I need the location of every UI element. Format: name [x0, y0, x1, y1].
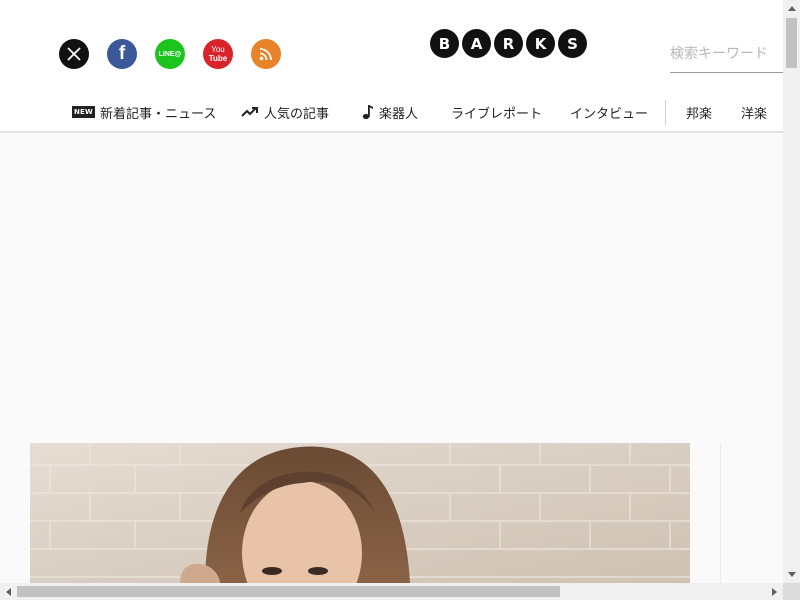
chevron-up-icon	[787, 6, 796, 11]
barks-logo[interactable]: B A R K S	[430, 29, 587, 58]
hero-image[interactable]	[30, 443, 690, 583]
scroll-down-arrow[interactable]	[783, 566, 800, 583]
nav-item-live-report[interactable]: ライブレポート	[451, 98, 542, 126]
facebook-icon: f	[118, 43, 126, 64]
scrollbar-corner	[783, 583, 800, 600]
nav-item-popular[interactable]: 人気の記事	[241, 98, 329, 126]
main-nav: NEW 新着記事・ニュース 人気の記事 楽器人 ライブレポート インタビュー 邦…	[0, 98, 783, 126]
line-icon: LINE@	[158, 50, 182, 58]
facebook-social-button[interactable]: f	[107, 39, 137, 69]
x-icon	[67, 47, 81, 61]
chevron-down-icon	[787, 572, 796, 577]
sidebar-divider	[720, 443, 721, 583]
scroll-right-arrow[interactable]	[766, 583, 783, 600]
chevron-left-icon	[6, 587, 11, 596]
chevron-right-icon	[772, 587, 777, 596]
music-note-icon	[362, 104, 374, 120]
nav-item-instrumentalists[interactable]: 楽器人	[362, 98, 418, 126]
nav-item-label: 邦楽	[686, 106, 713, 122]
rss-icon	[259, 48, 272, 61]
nav-item-interview[interactable]: インタビュー	[570, 98, 648, 126]
youtube-icon-text-bottom: Tube	[208, 54, 228, 63]
hero-photo	[30, 443, 690, 583]
line-social-button[interactable]: LINE@	[155, 39, 185, 69]
nav-item-label: 新着記事・ニュース	[99, 106, 217, 122]
nav-item-label: 洋楽	[741, 106, 768, 122]
nav-item-label: 人気の記事	[264, 106, 330, 122]
nav-item-label: インタビュー	[570, 106, 649, 122]
vertical-scrollbar[interactable]	[783, 0, 800, 583]
horizontal-scroll-thumb[interactable]	[17, 586, 560, 597]
nav-item-news[interactable]: NEW 新着記事・ニュース	[72, 98, 216, 126]
logo-letter: K	[526, 29, 555, 58]
nav-item-label: 楽器人	[379, 106, 419, 122]
youtube-icon: You Tube	[209, 45, 228, 63]
rss-social-button[interactable]	[251, 39, 281, 69]
search-box	[670, 40, 783, 73]
youtube-social-button[interactable]: You Tube	[203, 39, 233, 69]
nav-item-western-music[interactable]: 洋楽	[741, 98, 767, 126]
horizontal-scrollbar[interactable]	[0, 583, 783, 600]
nav-item-label: ライブレポート	[451, 106, 543, 122]
logo-letter: A	[462, 29, 491, 58]
trending-icon	[241, 106, 259, 118]
nav-item-japanese-music[interactable]: 邦楽	[686, 98, 712, 126]
search-input[interactable]	[670, 40, 783, 68]
scroll-up-arrow[interactable]	[783, 0, 800, 17]
x-social-button[interactable]	[59, 39, 89, 69]
scroll-left-arrow[interactable]	[0, 583, 17, 600]
logo-letter: R	[494, 29, 523, 58]
vertical-scroll-thumb[interactable]	[786, 18, 797, 68]
logo-letter: S	[558, 29, 587, 58]
site-header: f LINE@ You Tube B A R K S NEW 新着記事・ニュース	[0, 0, 783, 133]
youtube-icon-text-top: You	[211, 45, 225, 54]
nav-divider	[665, 100, 666, 125]
logo-letter: B	[430, 29, 459, 58]
new-icon: NEW	[72, 106, 95, 118]
